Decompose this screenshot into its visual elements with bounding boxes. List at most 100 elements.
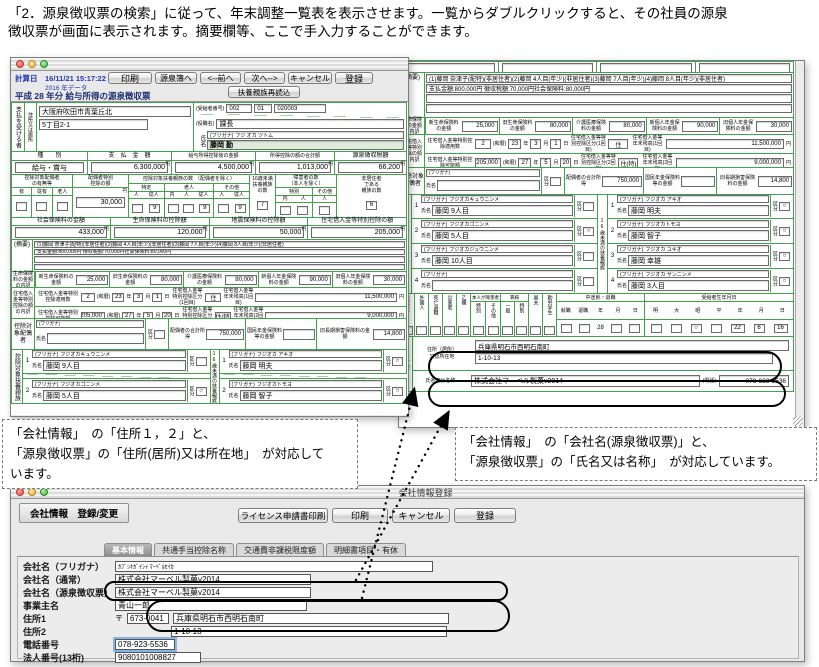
ins-value[interactable]: 80,000: [609, 121, 645, 132]
old-damage-ins[interactable]: 14,800: [373, 329, 405, 340]
company-kana-input[interactable]: ｶﾌﾞｼｷｶﾞｲｼｬ ﾏｰﾍﾞﾙｾｲｶ: [115, 561, 433, 572]
flag-box[interactable]: [502, 326, 513, 335]
loan-kubun[interactable]: 住: [608, 139, 628, 149]
mid-hire-box[interactable]: [561, 324, 572, 333]
dependent-kana[interactable]: (フリガナ)フジオカ ユキオ: [617, 245, 769, 253]
resize-grip[interactable]: [793, 416, 803, 426]
post-input[interactable]: 課長: [216, 119, 404, 129]
close-icon[interactable]: [16, 60, 24, 68]
spouse-income[interactable]: 750,000: [206, 329, 244, 340]
dependent-kana[interactable]: (フリガナ)フジオカキュウニンメ: [421, 195, 573, 203]
old-damage-ins[interactable]: 14,800: [758, 176, 792, 187]
gensenbo-button[interactable]: 源泉簿へ: [155, 72, 197, 84]
payer-address1-input[interactable]: 兵庫県明石市西明石南町: [475, 340, 789, 351]
flag-student-box[interactable]: [544, 326, 555, 335]
flag-death-box[interactable]: [430, 326, 441, 335]
spouse-kubun-box[interactable]: [550, 177, 561, 186]
birth-month[interactable]: 6: [754, 324, 765, 333]
flag-box[interactable]: [516, 326, 527, 335]
move-in-month[interactable]: 3: [133, 293, 143, 302]
ins-value[interactable]: 90,000: [682, 121, 718, 132]
spouse-juyu-box[interactable]: [36, 202, 47, 211]
flag-widower-box[interactable]: [530, 326, 541, 335]
spouse-old-box[interactable]: [57, 202, 68, 211]
prev-button[interactable]: <--前へ: [200, 72, 241, 84]
dependent-kubun[interactable]: ○: [392, 387, 403, 396]
remarks-line3[interactable]: [34, 256, 405, 263]
address1-input[interactable]: 兵庫県明石市西明石南町: [173, 613, 449, 624]
dependent-kubun[interactable]: ○: [779, 252, 790, 261]
ins-value[interactable]: 25,000: [76, 275, 108, 285]
dependent-kana[interactable]: (フリガナ)フジオカゴニンメ: [32, 380, 186, 388]
move-in-year[interactable]: 23: [112, 293, 124, 302]
payee-kana-input[interactable]: (フリガナ)フジ オカ ツトム: [207, 131, 404, 139]
dependent-kubun[interactable]: ○: [779, 277, 790, 286]
zoom-icon[interactable]: [40, 60, 48, 68]
cancel-button[interactable]: キャンセル: [392, 508, 450, 523]
dependent-kubun[interactable]: ○: [779, 202, 790, 211]
count-box[interactable]: [319, 206, 330, 215]
remarks-line1[interactable]: (1)藤岡 奈津子(配特)(非居住者)(2)藤岡 4人目(年少)(非居住者)(3…: [34, 241, 405, 248]
quake-ins-value[interactable]: 50,000: [213, 227, 305, 238]
zip-input[interactable]: 673-0041: [127, 613, 169, 624]
register-button[interactable]: 登録: [454, 508, 516, 523]
spouse-kana-input[interactable]: (フリガナ): [426, 169, 540, 177]
count-box[interactable]: [132, 204, 143, 213]
ins-value[interactable]: 90,000: [299, 275, 331, 285]
remarks-line3[interactable]: [426, 94, 792, 103]
life-ins-value[interactable]: 120,000: [114, 227, 206, 238]
dependent-kubun[interactable]: [196, 357, 207, 366]
dependent-kubun[interactable]: ○: [196, 387, 207, 396]
print-button[interactable]: 印刷: [108, 72, 152, 84]
dependent-kana[interactable]: (フリガナ)フジオカ サンニンメ: [617, 270, 769, 278]
dependent-name[interactable]: 藤岡 5人目: [43, 390, 185, 401]
remarks-line4[interactable]: [34, 264, 405, 271]
remarks-line1[interactable]: (1)藤岡 奈津子(配特)(非居住者)(2)藤岡 4人目(年少)(非居住者)(3…: [426, 74, 792, 83]
payee-name-input[interactable]: 藤岡 勤: [207, 140, 404, 150]
payer-tel-input[interactable]: 078-923-5536: [719, 375, 789, 387]
era-taisho-box[interactable]: [671, 324, 682, 333]
dependent-kana[interactable]: (フリガナ): [421, 270, 573, 278]
count-box[interactable]: [218, 204, 229, 213]
ins-value[interactable]: 30,000: [373, 275, 405, 285]
kind-value[interactable]: 給与・賞与: [15, 162, 84, 173]
count-box[interactable]: [280, 206, 291, 215]
ins-value[interactable]: 80,000: [150, 275, 182, 285]
zoom-icon[interactable]: [40, 488, 48, 496]
era-showa-box[interactable]: ○: [691, 324, 702, 333]
spouse-kubun-box[interactable]: [154, 330, 165, 339]
recipient-no-3[interactable]: 020003: [274, 104, 326, 113]
move-in-month[interactable]: 3: [530, 139, 541, 149]
count-box[interactable]: [168, 204, 179, 213]
remarks-line2[interactable]: 支払金額:800,000円 徴収税額:70,000円社会保険料:80,000円: [426, 84, 792, 93]
after-value[interactable]: 4,500,000: [175, 162, 252, 173]
cancel-button[interactable]: キャンセル: [288, 72, 332, 84]
dependent-kubun[interactable]: [583, 252, 594, 261]
move-in-day[interactable]: 1: [550, 139, 561, 149]
dependent-name[interactable]: 藤岡 9人目: [432, 205, 573, 216]
tab-commute-exemption[interactable]: 交通費非課税限度額: [236, 543, 324, 556]
flag-box[interactable]: [488, 326, 499, 335]
dependent-name[interactable]: 藤岡 10人目: [432, 255, 573, 266]
reload-dependents-button[interactable]: 扶養親族再読込: [228, 86, 300, 98]
dependent-name[interactable]: 藤岡 明夫: [240, 360, 382, 371]
dependent-kana[interactable]: (フリガナ)フジオカトモヨ: [229, 380, 383, 388]
kokumin-value[interactable]: [681, 176, 715, 187]
dependent-kubun[interactable]: [583, 277, 594, 286]
payee-addr1-input[interactable]: 大阪府吹田市青葉丘北: [39, 106, 191, 117]
pay-value[interactable]: 6,300,000: [91, 162, 168, 173]
move-in-year[interactable]: 23: [508, 139, 521, 149]
payer-address2-input[interactable]: 1-10-13: [475, 353, 773, 364]
tab-allowance-names[interactable]: 共通手当控除名称: [154, 543, 234, 556]
dependent-kubun[interactable]: ○: [392, 357, 403, 366]
company-name-input[interactable]: 株式会社マーベル製菓v2014: [115, 574, 311, 585]
owner-name-input[interactable]: 青山一郎: [115, 600, 307, 611]
loan-kubun[interactable]: 住: [205, 293, 221, 302]
count-tokutei[interactable]: 9: [149, 204, 160, 213]
deduct-value[interactable]: 1,013,000: [259, 162, 331, 173]
payer-name-input[interactable]: 株式会社マーベル製菓v2014: [471, 375, 700, 387]
dependent-name[interactable]: 藤岡 3人目: [628, 280, 769, 291]
count-rojin[interactable]: 9: [199, 204, 210, 213]
era-heisei-box[interactable]: [711, 324, 722, 333]
count-box[interactable]: [297, 206, 308, 215]
